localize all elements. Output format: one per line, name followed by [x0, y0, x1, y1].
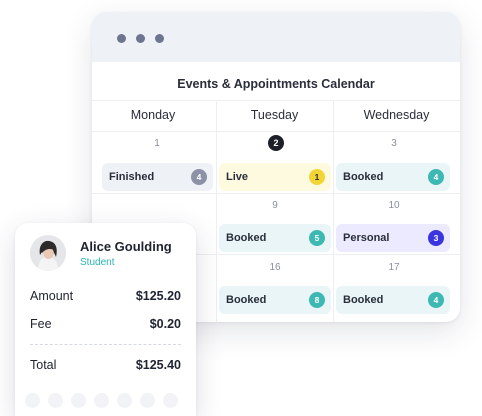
event-live[interactable]: Live 1: [219, 163, 331, 191]
event-count-badge: 8: [309, 292, 325, 308]
window-dot-icon[interactable]: [155, 34, 164, 43]
receipt-edge: [48, 393, 63, 408]
event-count-badge: 4: [428, 169, 444, 185]
window-dot-icon[interactable]: [136, 34, 145, 43]
event-count-badge: 5: [309, 230, 325, 246]
amount-value: $125.20: [135, 289, 181, 303]
event-label: Booked: [343, 294, 384, 306]
date-number[interactable]: 17: [335, 262, 453, 273]
day-header-monday: Monday: [130, 108, 176, 122]
fee-label: Fee: [30, 317, 52, 331]
date-number[interactable]: 10: [335, 200, 453, 211]
date-number[interactable]: 1: [98, 138, 216, 149]
event-finished[interactable]: Finished 4: [102, 163, 213, 191]
event-label: Live: [226, 171, 249, 183]
event-label: Booked: [226, 294, 267, 306]
receipt-edge: [163, 393, 178, 408]
event-label: Booked: [226, 232, 267, 244]
event-booked[interactable]: Booked 4: [336, 163, 450, 191]
receipt-edge: [117, 393, 132, 408]
event-label: Finished: [109, 171, 155, 183]
day-header-wednesday: Wednesday: [363, 108, 430, 122]
date-number[interactable]: 9: [216, 200, 334, 211]
receipt-edge: [94, 393, 109, 408]
receipt-edge: [25, 393, 40, 408]
event-count-badge: 4: [428, 292, 444, 308]
avatar: [30, 235, 66, 271]
event-personal[interactable]: Personal 3: [336, 224, 450, 252]
receipt-edge: [140, 393, 155, 408]
receipt-edge: [71, 393, 86, 408]
student-name: Alice Goulding: [80, 239, 172, 254]
event-booked[interactable]: Booked 4: [336, 286, 450, 314]
amount-label: Amount: [30, 289, 74, 303]
date-number[interactable]: 16: [216, 262, 334, 273]
event-label: Personal: [343, 232, 390, 244]
payment-card: Alice Goulding Student Amount $125.20 Fe…: [15, 223, 196, 416]
window-titlebar: [92, 12, 460, 62]
total-label: Total: [30, 358, 57, 372]
grid-divider: [92, 193, 460, 194]
date-number-today[interactable]: 2: [268, 135, 284, 151]
fee-value: $0.20: [149, 317, 181, 331]
event-booked[interactable]: Booked 5: [219, 224, 331, 252]
event-count-badge: 3: [428, 230, 444, 246]
avatar-photo-icon: [30, 235, 66, 271]
total-value: $125.40: [135, 358, 181, 372]
event-count-badge: 1: [309, 169, 325, 185]
event-count-badge: 4: [191, 169, 207, 185]
calendar-title: Events & Appointments Calendar: [177, 77, 375, 91]
student-role: Student: [80, 257, 115, 268]
date-number[interactable]: 3: [335, 138, 453, 149]
event-booked[interactable]: Booked 8: [219, 286, 331, 314]
divider: [30, 344, 181, 345]
window-dot-icon[interactable]: [117, 34, 126, 43]
event-label: Booked: [343, 171, 384, 183]
